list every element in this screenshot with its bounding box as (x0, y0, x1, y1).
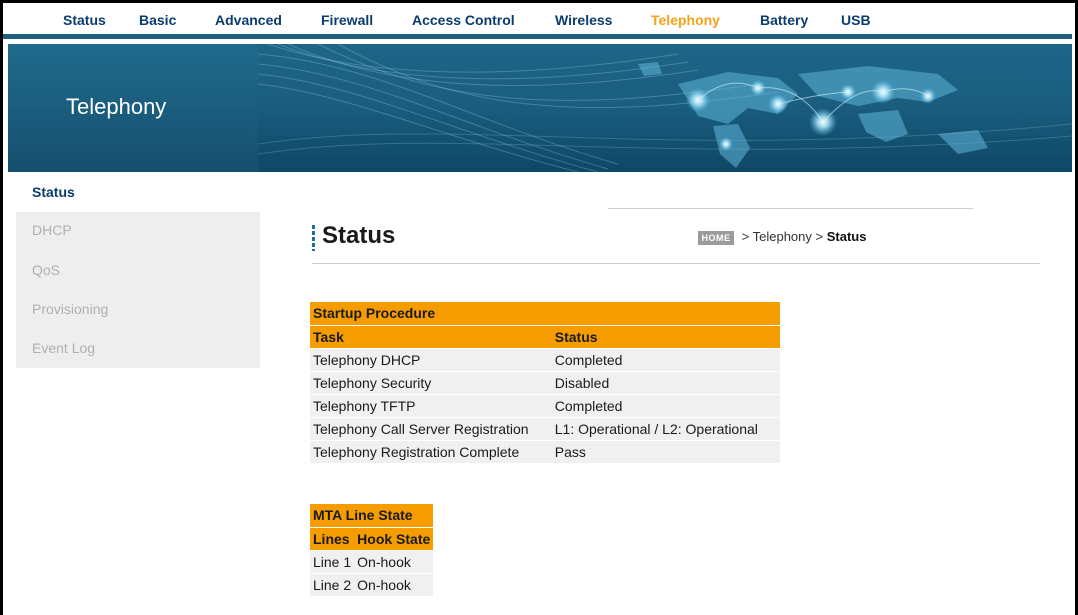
status-cell: Completed (551, 393, 780, 417)
breadcrumb-separator: > (815, 229, 824, 244)
nav-battery[interactable]: Battery (760, 12, 808, 28)
nav-status[interactable]: Status (63, 12, 106, 28)
table-caption: Startup Procedure (310, 302, 780, 325)
table-row: Telephony TFTP Completed (310, 393, 780, 417)
column-header-hook-state: Hook State (354, 526, 434, 550)
hook-state-cell: On-hook (354, 549, 434, 573)
task-cell: Telephony Security (310, 370, 552, 394)
table-row: Telephony Security Disabled (310, 370, 780, 394)
table-row: Line 2 On-hook (310, 572, 434, 596)
mta-line-state-table: MTA Line State Lines Hook State Line 1 O… (310, 504, 434, 596)
column-header-lines: Lines (310, 526, 355, 550)
status-cell: L1: Operational / L2: Operational (551, 416, 780, 440)
title-divider (312, 263, 1040, 264)
page-title: Status (322, 222, 396, 249)
hook-state-cell: On-hook (354, 572, 434, 596)
task-cell: Telephony TFTP (310, 393, 552, 417)
column-header-task: Task (310, 324, 552, 348)
table-row: Telephony Call Server Registration L1: O… (310, 416, 780, 440)
table-caption: MTA Line State (310, 504, 434, 527)
breadcrumb-separator: > (741, 229, 750, 244)
status-cell: Disabled (551, 370, 780, 394)
status-cell: Completed (551, 347, 780, 371)
world-map-graphic (258, 44, 1072, 172)
column-header-status: Status (551, 324, 780, 348)
side-item-provisioning[interactable]: Provisioning (32, 301, 108, 317)
header-rule (608, 208, 973, 209)
banner-title-panel: Telephony (8, 44, 258, 172)
top-navigation: Status Basic Advanced Firewall Access Co… (3, 3, 1072, 39)
side-item-status[interactable]: Status (32, 184, 75, 200)
nav-firewall[interactable]: Firewall (321, 12, 373, 28)
task-cell: Telephony Call Server Registration (310, 416, 552, 440)
title-accent-bar (312, 225, 315, 251)
line-cell: Line 2 (310, 572, 355, 596)
banner-title: Telephony (66, 94, 167, 119)
nav-telephony[interactable]: Telephony (651, 12, 720, 28)
side-item-event-log[interactable]: Event Log (32, 340, 95, 356)
side-item-dhcp[interactable]: DHCP (32, 222, 72, 238)
startup-procedure-table: Startup Procedure Task Status Telephony … (310, 302, 780, 463)
nav-access-control[interactable]: Access Control (412, 12, 515, 28)
task-cell: Telephony Registration Complete (310, 439, 552, 463)
header-banner: Telephony (8, 44, 1072, 172)
side-item-qos[interactable]: QoS (32, 262, 60, 278)
breadcrumb-telephony[interactable]: Telephony (753, 229, 812, 244)
home-icon[interactable]: HOME (698, 230, 734, 245)
table-row: Telephony DHCP Completed (310, 347, 780, 371)
nav-wireless[interactable]: Wireless (555, 12, 612, 28)
nav-usb[interactable]: USB (841, 12, 871, 28)
breadcrumb-current: Status (826, 229, 867, 244)
table-row: Line 1 On-hook (310, 549, 434, 573)
nav-advanced[interactable]: Advanced (215, 12, 282, 28)
breadcrumb: HOME > Telephony > Status (698, 229, 866, 245)
nav-basic[interactable]: Basic (139, 12, 176, 28)
status-cell: Pass (551, 439, 780, 463)
table-row: Telephony Registration Complete Pass (310, 439, 780, 463)
side-menu: Status DHCP QoS Provisioning Event Log (16, 172, 260, 368)
line-cell: Line 1 (310, 549, 355, 573)
task-cell: Telephony DHCP (310, 347, 552, 371)
